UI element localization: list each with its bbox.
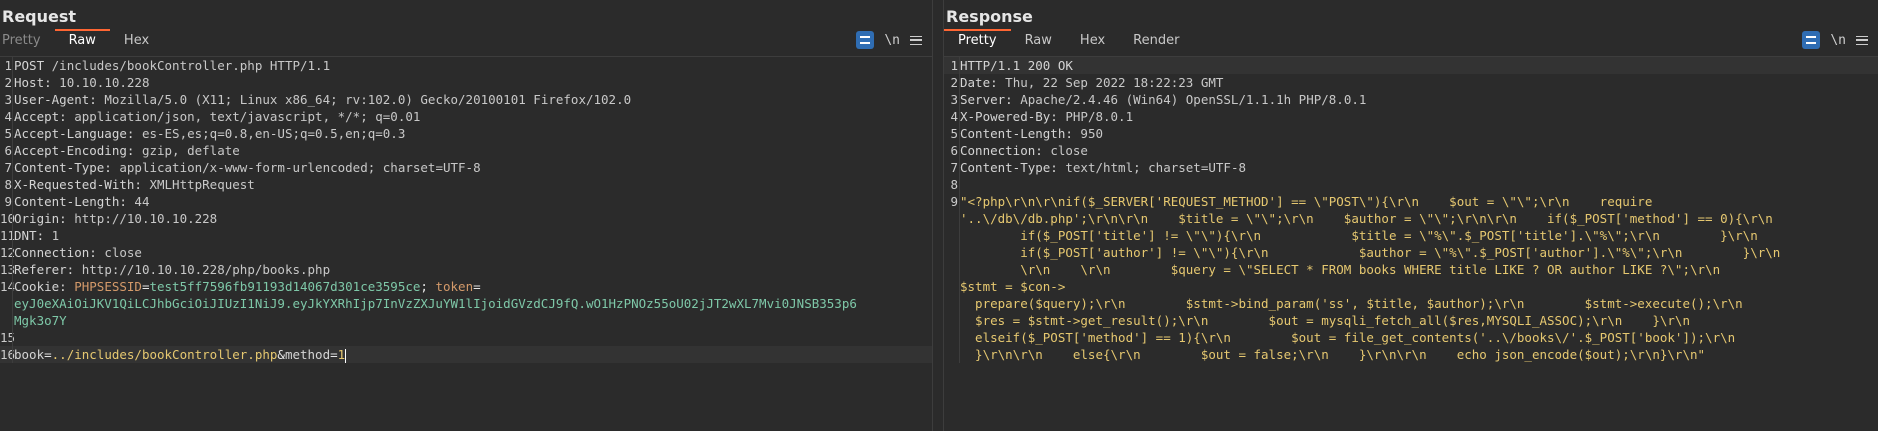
body-line-cont: '..\/db\/db.php';\r\n\r\n $title = \"\";… [960,211,1773,226]
request-line: 1 POST /includes/bookController.php HTTP… [4,58,331,73]
header-line: 4 X-Powered-By: PHP/8.0.1 [950,109,1134,124]
blank-line: 8 [950,177,958,192]
pane-divider[interactable] [932,0,944,431]
body-line-cont: if($_POST['author'] != \"\"){\r\n $autho… [960,245,1781,260]
tab-pretty[interactable]: Pretty [0,31,55,56]
body-line-cont: prepare($query);\r\n $stmt->bind_param('… [960,296,1743,311]
status-line: 1 HTTP/1.1 200 OK [944,57,1878,74]
header-line: 6 Connection: close [950,143,1088,158]
body-line-cont: $res = $stmt->get_result();\r\n $out = m… [960,313,1690,328]
request-tabs: Pretty Raw Hex \n [0,28,932,57]
header-line: 5 Accept-Language: es-ES,es;q=0.8,en-US;q… [4,126,406,141]
header-line: 2 Host: 10.10.10.228 [4,75,150,90]
header-line: 11 DNT: 1 [0,228,60,243]
request-title: Request [2,7,77,26]
request-pane: Request Pretty Raw Hex \n 1 POST /includ… [0,0,932,431]
tab-pretty[interactable]: Pretty [944,29,1011,56]
header-line: 7 Content-Type: text/html; charset=UTF-8 [950,160,1246,175]
newline-toggle-button[interactable]: \n [1830,33,1846,48]
header-line: 8 X-Requested-With: XMLHttpRequest [4,177,255,192]
body-line-cont: }\r\n\r\n else{\r\n $out = false;\r\n }\… [960,347,1706,362]
body-line[interactable]: 16 book=../includes/bookController.php&me… [0,346,932,363]
header-line: 6 Accept-Encoding: gzip, deflate [4,143,240,158]
newline-toggle-button[interactable]: \n [884,33,900,48]
cookie-line-cont: Mgk3o7Y [14,313,67,328]
body-line-cont: if($_POST['title'] != \"\"){\r\n $title … [960,228,1758,243]
header-line: 5 Content-Length: 950 [950,126,1103,141]
header-line: 4 Accept: application/json, text/javascri… [4,109,421,124]
menu-icon[interactable] [1856,35,1868,45]
header-line: 2 Date: Thu, 22 Sep 2022 18:22:23 GMT [950,75,1224,90]
menu-icon[interactable] [910,35,922,45]
blank-line: 15 [0,330,16,345]
cookie-line: 14 Cookie: PHPSESSID=test5ff7596fb91193d1… [0,279,481,294]
header-line: 3 User-Agent: Mozilla/5.0 (X11; Linux x86… [4,92,632,107]
header-line: 7 Content-Type: application/x-www-form-ur… [4,160,481,175]
request-editor[interactable]: 1 POST /includes/bookController.php HTTP… [0,57,932,363]
header-line: 12 Connection: close [0,245,142,260]
tab-render[interactable]: Render [1119,31,1193,56]
response-tabs: Pretty Raw Hex Render \n [944,28,1878,57]
tab-hex[interactable]: Hex [1066,31,1119,56]
body-line-cont: $stmt = $con-> [960,279,1066,294]
body-line: 9 "<?php\r\n\r\nif($_SERVER['REQUEST_METH… [950,194,1653,209]
header-line: 9 Content-Length: 44 [4,194,150,209]
body-line-cont: \r\n \r\n $query = \"SELECT * FROM books… [960,262,1721,277]
response-title: Response [946,7,1033,26]
response-pane: Response Pretty Raw Hex Render \n 1 HTTP/… [944,0,1878,431]
word-wrap-icon[interactable] [856,31,875,49]
tab-raw[interactable]: Raw [1011,31,1066,56]
header-line: 13 Referer: http://10.10.10.228/php/books… [0,262,331,277]
tab-raw[interactable]: Raw [54,29,111,56]
response-editor[interactable]: 1 HTTP/1.1 200 OK 2 Date: Thu, 22 Sep 2022… [944,57,1878,363]
header-line: 3 Server: Apache/2.4.46 (Win64) OpenSSL/1… [950,92,1367,107]
word-wrap-icon[interactable] [1802,31,1821,49]
cookie-line-cont: eyJ0eXAiOiJKV1QiLCJhbGciOiJIUzI1NiJ9.eyJ… [14,296,857,311]
text-cursor [345,348,347,363]
header-line: 10 Origin: http://10.10.10.228 [0,211,218,226]
body-line-cont: elseif($_POST['method'] == 1){\r\n $out … [960,330,1736,345]
tab-hex[interactable]: Hex [110,31,163,56]
